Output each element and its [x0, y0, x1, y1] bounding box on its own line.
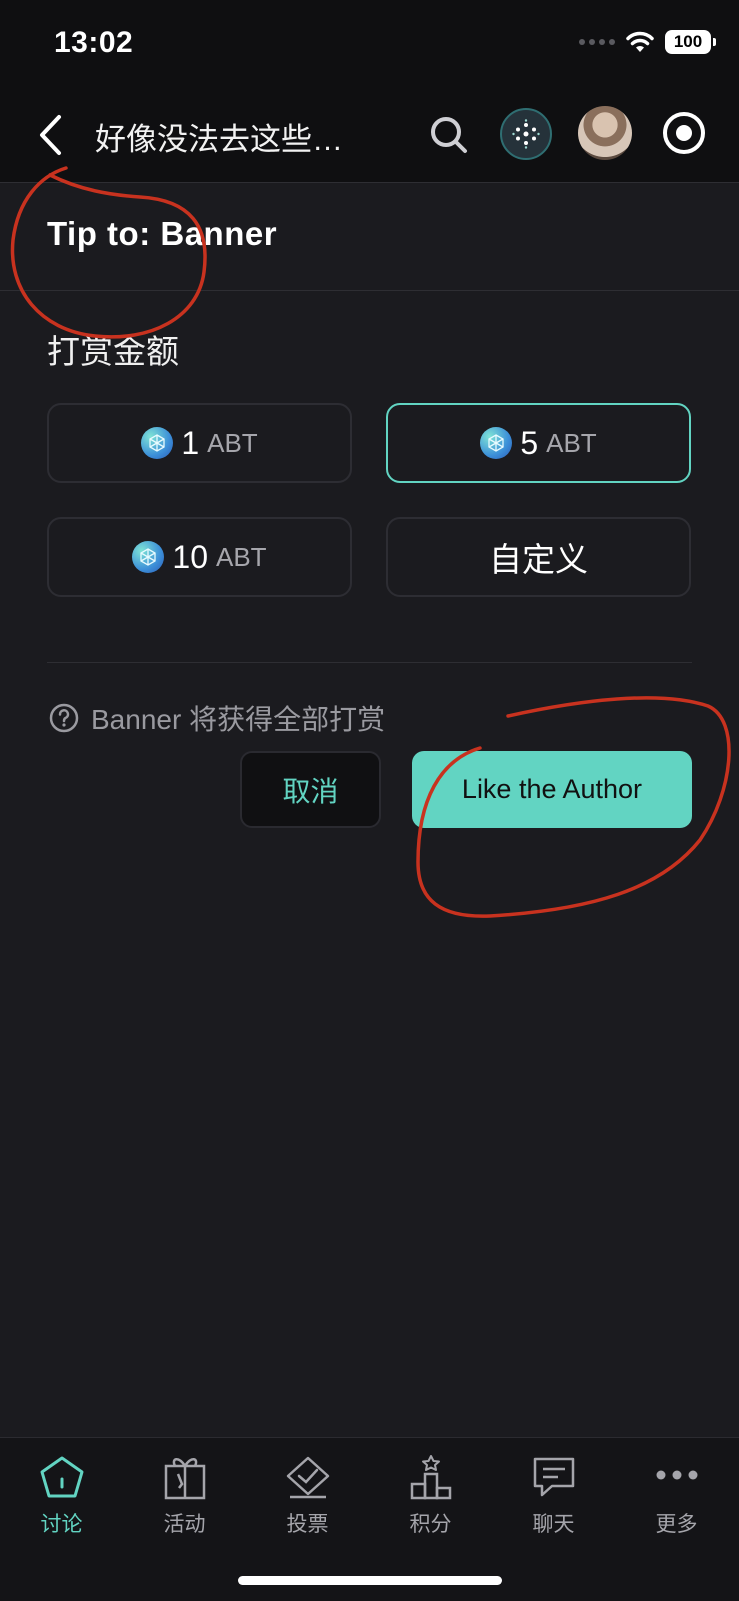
page-title: 好像没法去这些…: [95, 122, 343, 157]
tab-chat[interactable]: 聊天: [492, 1454, 615, 1538]
chat-icon: [529, 1454, 579, 1500]
tab-label: 积分: [409, 1513, 452, 1536]
search-icon: [431, 117, 467, 153]
dao-icon: [512, 119, 540, 149]
status-time: 13:02: [54, 26, 134, 59]
vote-icon: [283, 1454, 333, 1500]
amount-value: 10: [172, 538, 208, 575]
tab-vote[interactable]: 投票: [246, 1454, 369, 1538]
gift-icon: [160, 1454, 210, 1500]
amount-value: 5: [520, 424, 539, 461]
tip-notice: Banner 将获得全部打赏: [49, 698, 385, 738]
podium-icon: [406, 1454, 456, 1500]
tab-label: 投票: [286, 1513, 329, 1536]
status-bar: 13:02 100: [0, 0, 739, 90]
amount-option-5[interactable]: 5 ABT: [386, 403, 691, 483]
tab-label: 活动: [163, 1513, 206, 1536]
divider: [0, 290, 739, 291]
tip-title: Tip to: Banner: [47, 215, 278, 252]
record-icon: [663, 112, 705, 154]
amount-value: 1: [181, 424, 200, 461]
amount-unit: ABT: [207, 427, 258, 458]
abt-coin-icon: [480, 427, 513, 459]
status-icons: 100: [579, 30, 716, 54]
tab-label: 讨论: [40, 1513, 83, 1536]
back-icon: [40, 115, 61, 155]
divider: [47, 662, 692, 663]
amount-option-custom[interactable]: 自定义: [386, 517, 691, 597]
like-author-button[interactable]: Like the Author: [412, 751, 692, 828]
amount-unit: ABT: [216, 541, 267, 572]
signal-dots-icon: [579, 39, 615, 45]
tab-more[interactable]: 更多: [615, 1454, 738, 1538]
home-indicator: [238, 1576, 502, 1585]
notice-text: Banner 将获得全部打赏: [91, 704, 386, 735]
custom-amount-label: 自定义: [489, 541, 588, 578]
battery-icon: 100: [665, 30, 716, 54]
dao-button[interactable]: [500, 108, 552, 160]
tab-points[interactable]: 积分: [369, 1454, 492, 1538]
tab-label: 聊天: [532, 1513, 575, 1536]
home-icon: [37, 1454, 87, 1500]
abt-coin-icon: [141, 427, 174, 459]
tip-amount-label: 打赏金额: [47, 333, 179, 370]
record-button[interactable]: [660, 109, 708, 157]
nav-bar: 好像没法去这些…: [0, 90, 739, 183]
more-icon: [652, 1454, 702, 1500]
help-icon: [49, 703, 79, 733]
amount-option-10[interactable]: 10 ABT: [47, 517, 352, 597]
tab-discussion[interactable]: 讨论: [0, 1454, 123, 1538]
cancel-button[interactable]: 取消: [240, 751, 381, 828]
search-button[interactable]: [424, 110, 474, 160]
back-button[interactable]: [28, 110, 72, 160]
amount-option-1[interactable]: 1 ABT: [47, 403, 352, 483]
abt-coin-icon: [132, 541, 165, 573]
amount-unit: ABT: [546, 427, 597, 458]
wifi-icon: [626, 31, 654, 52]
tab-events[interactable]: 活动: [123, 1454, 246, 1538]
avatar[interactable]: [578, 106, 632, 160]
tab-label: 更多: [655, 1513, 698, 1536]
